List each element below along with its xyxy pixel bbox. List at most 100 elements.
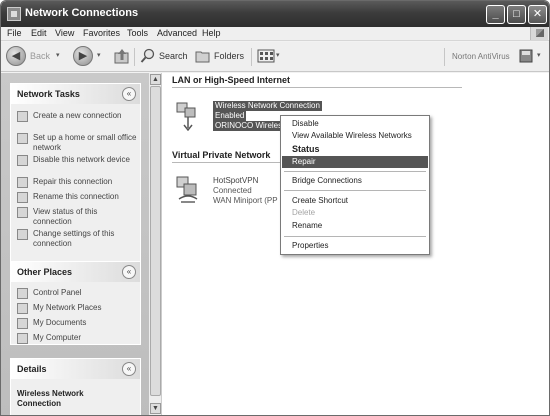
menu-item-bridge-connections[interactable]: Bridge Connections [282, 175, 428, 187]
network-tasks-header[interactable]: Network Tasks « [11, 84, 140, 104]
rename-icon [17, 192, 28, 203]
control-panel-icon [17, 288, 28, 299]
menu-help[interactable]: Help [202, 28, 221, 38]
menu-bar: File Edit View Favorites Tools Advanced … [1, 27, 549, 41]
menu-item-status[interactable]: Status [282, 143, 428, 155]
norton-antivirus-icon[interactable] [518, 48, 534, 64]
vpn-connection-icon[interactable] [175, 175, 201, 205]
minimize-button[interactable]: _ [486, 5, 505, 24]
vpn-connection-device: WAN Miniport (PP [213, 196, 278, 205]
menu-item-view-wireless-networks[interactable]: View Available Wireless Networks [282, 130, 428, 142]
task-label: Disable this network device [33, 155, 130, 164]
menu-item-disable[interactable]: Disable [282, 118, 428, 130]
network-tasks-title: Network Tasks [17, 89, 80, 99]
menu-view[interactable]: View [55, 28, 74, 38]
task-label: Rename this connection [33, 192, 119, 201]
vertical-scrollbar[interactable]: ▲ ▼ [149, 73, 162, 415]
menu-separator [284, 236, 426, 237]
views-dropdown-icon[interactable]: ▾ [276, 51, 280, 59]
menu-tools[interactable]: Tools [127, 28, 148, 38]
forward-arrow-icon: ▶ [78, 50, 88, 62]
wireless-connection-name[interactable]: Wireless Network Connection [213, 101, 322, 111]
task-pane: Network Tasks « Create a new connection … [1, 73, 149, 415]
home-network-icon [17, 133, 28, 144]
back-button[interactable]: ◀ [6, 46, 26, 66]
menu-item-delete: Delete [292, 208, 316, 217]
menu-separator [284, 171, 426, 172]
repair-icon [17, 177, 28, 188]
disable-device-icon [17, 155, 28, 166]
folders-icon[interactable] [195, 48, 211, 64]
collapse-chevron-icon[interactable]: « [122, 362, 136, 376]
documents-icon [17, 318, 28, 329]
menu-item-rename[interactable]: Rename [282, 220, 428, 232]
group-divider [172, 162, 280, 163]
place-label: My Documents [33, 318, 87, 327]
other-places-header[interactable]: Other Places « [11, 262, 140, 282]
window-title: Network Connections [25, 7, 139, 19]
task-label: Set up a home or small office network [33, 133, 137, 152]
norton-antivirus-label[interactable]: Norton AntiVirus [452, 52, 510, 61]
menu-favorites[interactable]: Favorites [83, 28, 120, 38]
details-title: Details [17, 364, 47, 374]
vpn-connection-name[interactable]: HotSpotVPN [213, 176, 258, 186]
details-header[interactable]: Details « [11, 359, 140, 379]
status-icon [17, 207, 28, 218]
toolbar: ◀ Back ▾ ▶ ▾ Search Folders ▾ Norton Ant… [1, 42, 549, 72]
network-connections-icon [7, 7, 21, 21]
scroll-up-icon[interactable]: ▲ [150, 74, 161, 85]
menu-file[interactable]: File [7, 28, 22, 38]
other-places-panel: Other Places « Control Panel My Network … [10, 261, 141, 345]
back-dropdown-icon[interactable]: ▾ [56, 51, 60, 59]
norton-dropdown-icon[interactable]: ▾ [537, 51, 541, 59]
details-panel: Details « Wireless Network Connection [10, 358, 141, 415]
toolbar-separator [251, 48, 252, 66]
other-places-title: Other Places [17, 267, 73, 277]
network-places-icon [17, 303, 28, 314]
windows-logo-icon [530, 27, 548, 40]
task-label: Create a new connection [33, 111, 122, 120]
group-lan-header: LAN or High-Speed Internet [172, 75, 291, 85]
group-divider [172, 87, 462, 88]
up-folder-icon[interactable] [114, 48, 130, 64]
computer-icon [17, 333, 28, 344]
menu-separator [284, 190, 426, 191]
forward-button[interactable]: ▶ [73, 46, 93, 66]
folders-button[interactable]: Folders [214, 51, 244, 61]
menu-item-properties[interactable]: Properties [282, 240, 428, 252]
collapse-chevron-icon[interactable]: « [122, 265, 136, 279]
toolbar-separator [444, 48, 445, 66]
search-button[interactable]: Search [159, 51, 188, 61]
menu-advanced[interactable]: Advanced [157, 28, 197, 38]
network-tasks-panel: Network Tasks « Create a new connection … [10, 83, 141, 265]
wireless-connection-status: Enabled [213, 111, 247, 121]
maximize-button[interactable]: □ [507, 5, 526, 24]
group-vpn-header: Virtual Private Network [172, 150, 271, 160]
context-menu: Disable View Available Wireless Networks… [280, 115, 430, 255]
views-icon[interactable] [257, 48, 275, 64]
menu-item-create-shortcut[interactable]: Create Shortcut [282, 195, 428, 207]
task-label: Change settings of this connection [33, 229, 115, 248]
title-bar[interactable]: Network Connections _ □ ✕ [1, 1, 549, 27]
menu-edit[interactable]: Edit [31, 28, 47, 38]
task-label: View status of this connection [33, 207, 98, 226]
wireless-connection-device: ORINOCO Wireles [213, 121, 283, 131]
forward-dropdown-icon[interactable]: ▾ [97, 51, 101, 59]
toolbar-separator [134, 48, 135, 66]
wireless-connection-icon[interactable] [175, 101, 201, 131]
menu-item-repair[interactable]: Repair [282, 156, 428, 168]
collapse-chevron-icon[interactable]: « [122, 87, 136, 101]
task-label: Repair this connection [33, 177, 113, 186]
vpn-connection-status: Connected [213, 186, 252, 195]
place-label: My Network Places [33, 303, 102, 312]
scroll-down-icon[interactable]: ▼ [150, 403, 161, 414]
search-icon[interactable] [140, 48, 156, 64]
scroll-thumb[interactable] [150, 86, 161, 396]
back-arrow-icon: ◀ [11, 50, 21, 62]
place-label: My Computer [33, 333, 82, 342]
close-button[interactable]: ✕ [528, 5, 547, 24]
new-connection-icon [17, 111, 28, 122]
back-label[interactable]: Back [30, 51, 50, 61]
place-label: Control Panel [33, 288, 82, 297]
details-connection-name: Wireless Network Connection [17, 389, 84, 408]
